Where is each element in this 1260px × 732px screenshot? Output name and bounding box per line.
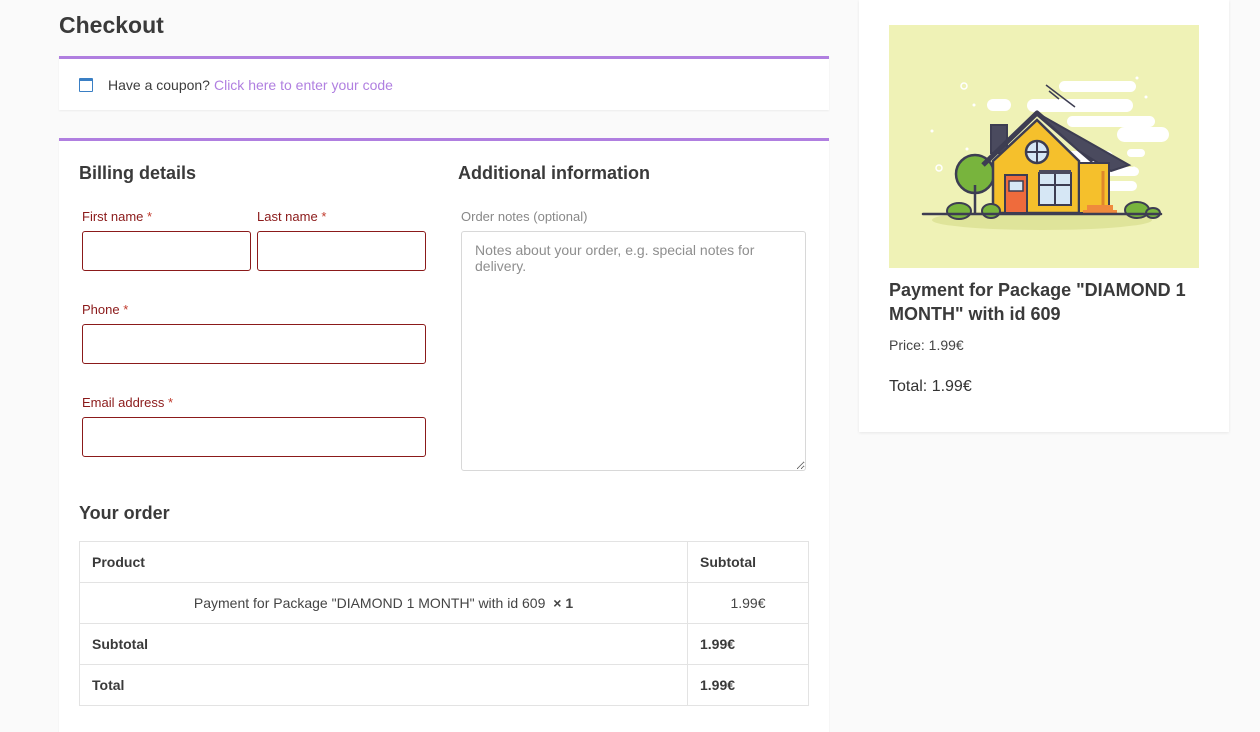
house-illustration-icon [889,25,1199,268]
item-quantity: × 1 [553,595,574,611]
first-name-label-text: First name [82,209,144,224]
order-notes-label: Order notes (optional) [461,209,588,224]
total-value: 1.99€ [687,664,809,706]
last-name-input[interactable] [257,231,426,271]
phone-label: Phone * [82,302,128,317]
email-input[interactable] [82,417,426,457]
your-order-title: Your order [79,503,170,523]
coupon-notice: Have a coupon? Click here to enter your … [59,56,829,110]
phone-label-text: Phone [82,302,120,317]
required-marker: * [123,302,129,317]
first-name-label: First name * [82,209,152,224]
table-header-row: Product Subtotal [79,541,809,583]
house-illustration-svg [921,76,1169,230]
item-name: Payment for Package "DIAMOND 1 MONTH" wi… [193,595,546,611]
first-name-input[interactable] [82,231,251,271]
subtotal-value: 1.99€ [687,623,809,665]
email-label: Email address * [82,395,173,410]
coupon-prompt: Have a coupon? [108,76,210,93]
email-label-text: Email address [82,395,165,410]
checkout-form: Billing details First name * Last name *… [59,138,829,732]
subtotal-row: Subtotal 1.99€ [79,623,809,665]
required-marker: * [168,395,174,410]
coupon-link[interactable]: Click here to enter your code [214,77,393,93]
last-name-label-text: Last name [257,209,318,224]
order-notes-textarea[interactable] [461,231,806,471]
page-title: Checkout [59,12,164,38]
window-icon [79,77,93,92]
summary-price: Price: 1.99€ [889,337,964,353]
summary-product-title: Payment for Package "DIAMOND 1 MONTH" wi… [889,280,1186,324]
billing-title: Billing details [79,163,197,183]
required-marker: * [321,209,327,224]
required-marker: * [147,209,153,224]
product-summary-card: Payment for Package "DIAMOND 1 MONTH" wi… [859,0,1229,432]
item-cell: Payment for Package "DIAMOND 1 MONTH" wi… [79,582,688,624]
item-subtotal: 1.99€ [687,582,809,624]
total-row: Total 1.99€ [79,664,809,706]
summary-total: Total: 1.99€ [889,378,972,395]
total-label: Total [79,664,688,706]
subtotal-label: Subtotal [79,623,688,665]
order-table: Product Subtotal Payment for Package "DI… [79,541,809,706]
last-name-label: Last name * [257,209,326,224]
phone-input[interactable] [82,324,426,364]
header-subtotal: Subtotal [687,541,809,583]
header-product: Product [79,541,688,583]
table-row: Payment for Package "DIAMOND 1 MONTH" wi… [79,582,809,624]
additional-info-title: Additional information [458,163,650,183]
